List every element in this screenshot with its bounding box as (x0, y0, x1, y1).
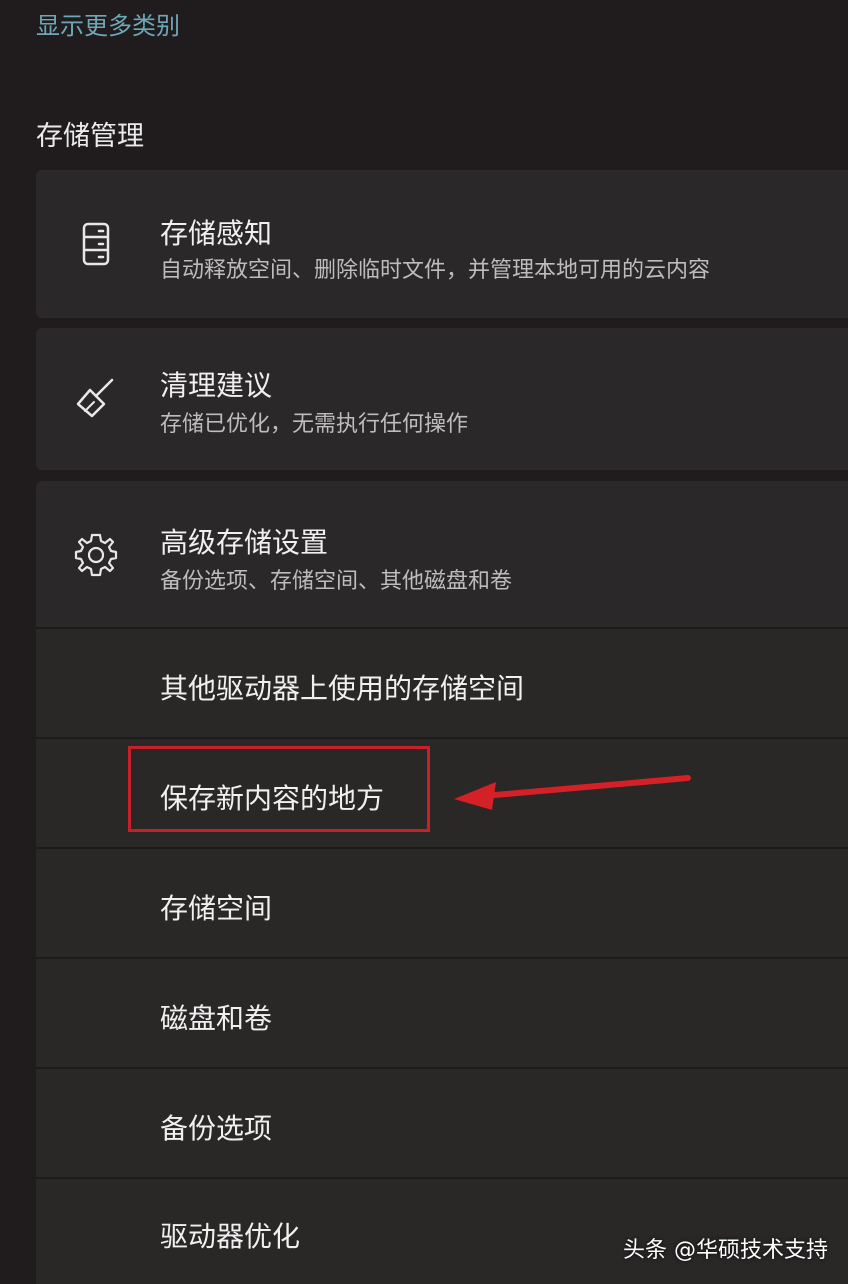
cleanup-title: 清理建议 (160, 369, 273, 402)
cleanup-recommendations-card[interactable]: 清理建议 存储已优化，无需执行任何操作 (36, 328, 848, 470)
storage-sense-card[interactable]: 存储感知 自动释放空间、删除临时文件，并管理本地可用的云内容 (36, 170, 848, 318)
show-more-categories-link[interactable]: 显示更多类别 (36, 6, 180, 41)
sub-item-drive-optimization[interactable]: 驱动器优化 (36, 1177, 848, 1284)
sub-item-backup-options[interactable]: 备份选项 (36, 1067, 848, 1177)
sub-item-label: 备份选项 (160, 1112, 273, 1145)
sub-item-storage-spaces[interactable]: 存储空间 (36, 847, 848, 957)
gear-icon (74, 533, 118, 577)
watermark: 头条 @华硕技术支持 (623, 1238, 828, 1263)
advanced-title: 高级存储设置 (160, 526, 329, 559)
advanced-storage-settings-card[interactable]: 高级存储设置 备份选项、存储空间、其他磁盘和卷 (36, 481, 848, 627)
storage-sense-subtitle: 自动释放空间、删除临时文件，并管理本地可用的云内容 (160, 258, 711, 283)
annotation-arrow-icon (454, 775, 691, 810)
storage-sense-title: 存储感知 (160, 217, 273, 250)
sub-item-label: 其他驱动器上使用的存储空间 (160, 672, 525, 705)
sub-item-label: 存储空间 (160, 892, 273, 925)
section-title: 存储管理 (36, 121, 144, 152)
sub-item-storage-on-other-drives[interactable]: 其他驱动器上使用的存储空间 (36, 627, 848, 737)
highlight-box (128, 746, 430, 832)
sub-item-disks-and-volumes[interactable]: 磁盘和卷 (36, 957, 848, 1067)
sub-item-label: 驱动器优化 (160, 1220, 301, 1253)
broom-icon (76, 378, 114, 418)
cleanup-subtitle: 存储已优化，无需执行任何操作 (160, 412, 469, 437)
storage-drive-icon (82, 222, 110, 266)
sub-item-label: 磁盘和卷 (160, 1002, 273, 1035)
advanced-subtitle: 备份选项、存储空间、其他磁盘和卷 (160, 569, 513, 594)
